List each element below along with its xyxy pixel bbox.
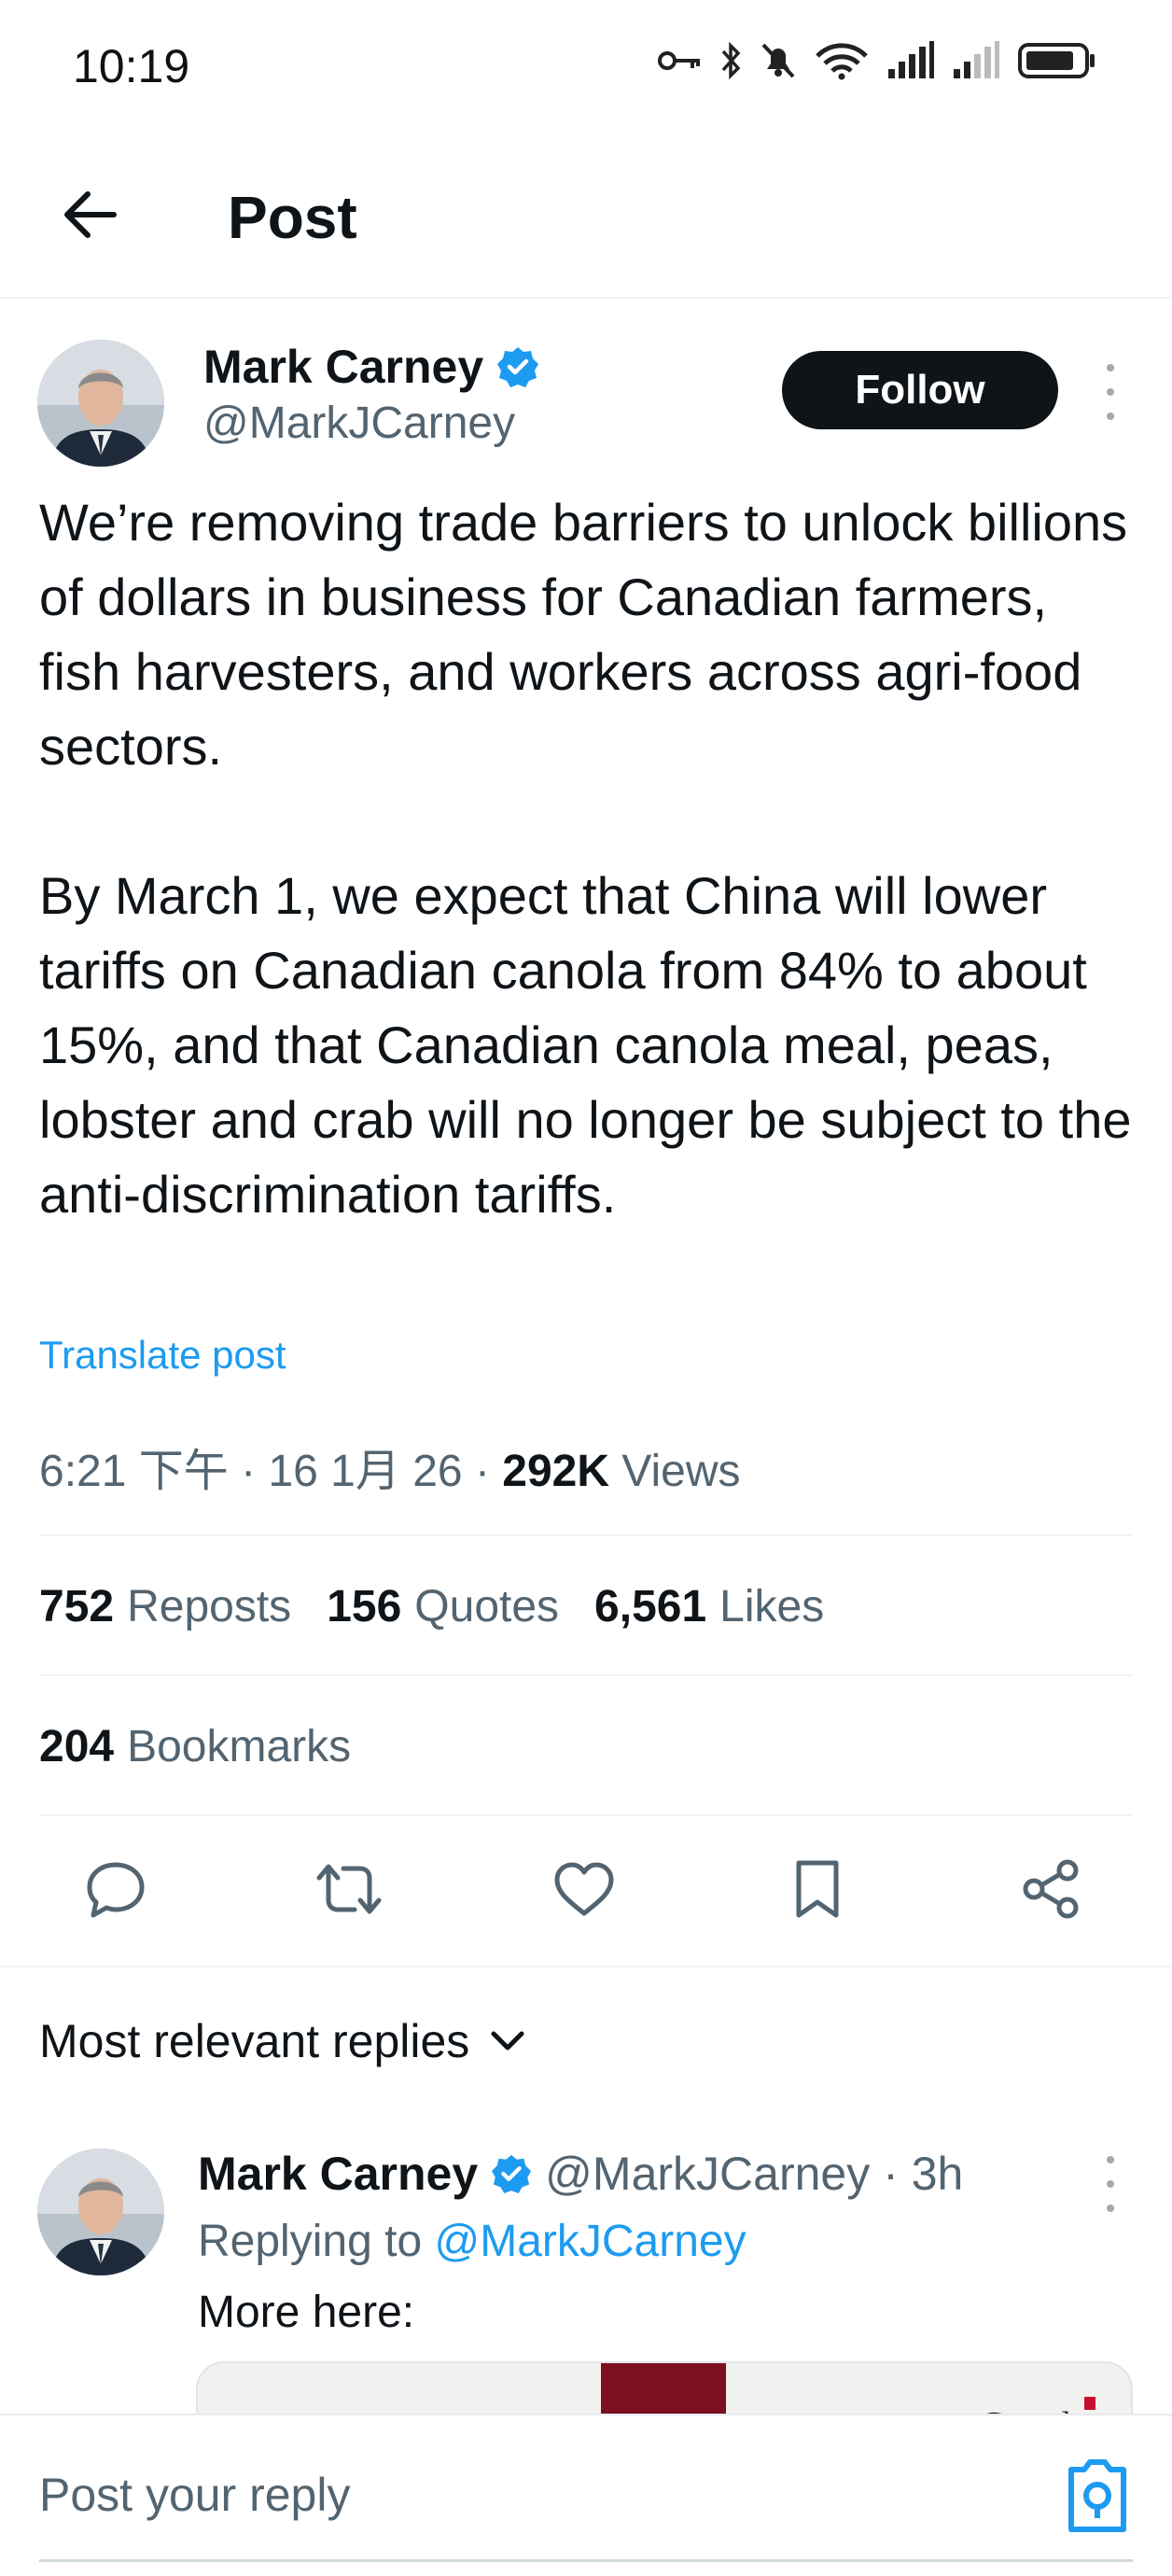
quotes-count: 156	[327, 1582, 402, 1631]
views-count: 292K	[502, 1447, 610, 1496]
share-icon	[1023, 1859, 1079, 1919]
more-options-icon[interactable]	[1094, 364, 1127, 420]
likes-count: 6,561	[594, 1582, 707, 1631]
camera-button[interactable]	[1062, 2457, 1133, 2535]
replying-to: Replying to @MarkJCarney	[198, 2216, 746, 2267]
reply-author-line: Mark Carney @MarkJCarney · 3h	[198, 2147, 963, 2201]
translate-post-link[interactable]: Translate post	[39, 1333, 286, 1378]
reposts-label: Reposts	[127, 1582, 292, 1631]
reply-input[interactable]: Post your reply	[39, 2468, 350, 2522]
replying-to-link[interactable]: @MarkJCarney	[434, 2217, 746, 2266]
reply-avatar[interactable]	[37, 2149, 164, 2275]
reply-time: · 3h	[883, 2148, 964, 2200]
wifi-icon	[816, 43, 868, 80]
chevron-down-icon	[491, 2031, 524, 2051]
composer-underline	[39, 2559, 1133, 2562]
quotes-label: Quotes	[414, 1582, 560, 1631]
reply-author-name[interactable]: Mark Carney	[198, 2147, 478, 2201]
post-date: 16 1月 26	[268, 1447, 463, 1496]
share-button[interactable]	[1015, 1854, 1086, 1925]
status-icons	[657, 41, 1097, 80]
divider	[39, 1534, 1133, 1536]
avatar-photo	[37, 2149, 164, 2275]
top-app-bar: Post	[0, 131, 1172, 299]
replying-prefix: Replying to	[198, 2217, 423, 2266]
reply-composer: Post your reply	[0, 2414, 1172, 2576]
post-text: We’re removing trade barriers to unlock …	[39, 493, 1132, 1224]
author-handle[interactable]: @MarkJCarney	[203, 398, 515, 449]
reply-more-options-icon[interactable]	[1094, 2156, 1127, 2212]
action-bar	[0, 1816, 1172, 1966]
bookmark-icon	[796, 1860, 839, 1918]
likes-stat[interactable]: 6,561 Likes	[594, 1581, 824, 1632]
avatar-photo	[37, 340, 164, 467]
avatar[interactable]	[37, 340, 164, 467]
bell-muted-icon	[761, 43, 795, 78]
status-time: 10:19	[73, 40, 190, 92]
bookmarks-stats: 204 Bookmarks	[39, 1721, 351, 1772]
signal-weak-icon	[954, 41, 999, 78]
likes-label: Likes	[719, 1582, 825, 1631]
reply-button[interactable]	[80, 1854, 151, 1925]
verified-badge-icon	[492, 2154, 532, 2194]
bookmarks-count: 204	[39, 1722, 115, 1771]
reply-icon	[87, 1862, 145, 1918]
post-meta: 6:21 下午 · 16 1月 26 · 292K Views	[39, 1434, 741, 1499]
card-flag-mark	[1084, 2397, 1095, 2410]
divider	[39, 1674, 1133, 1676]
back-button[interactable]	[54, 179, 125, 250]
bookmarks-label: Bookmarks	[127, 1722, 352, 1771]
follow-button[interactable]: Follow	[782, 351, 1058, 429]
quotes-stat[interactable]: 156 Quotes	[327, 1581, 559, 1632]
views-label: Views	[621, 1447, 741, 1496]
post-time: 6:21 下午	[39, 1447, 229, 1496]
arrow-left-icon	[64, 191, 117, 238]
verified-badge-icon	[497, 347, 539, 387]
page-title: Post	[228, 184, 357, 251]
replies-sort-label: Most relevant replies	[39, 2015, 470, 2067]
reposts-stat[interactable]: 752 Reposts	[39, 1581, 291, 1632]
like-icon	[554, 1862, 614, 1916]
repost-icon	[316, 1864, 382, 1914]
reposts-count: 752	[39, 1582, 115, 1631]
repost-button[interactable]	[314, 1854, 384, 1925]
bookmarks-stat[interactable]: 204 Bookmarks	[39, 1721, 351, 1772]
engagement-stats: 752 Reposts 156 Quotes 6,561 Likes	[39, 1581, 824, 1632]
meta-separator: ·	[474, 1447, 503, 1496]
signal-icon	[888, 41, 934, 78]
author-name[interactable]: Mark Carney	[203, 340, 539, 394]
bluetooth-icon	[721, 41, 741, 80]
author-name-text: Mark Carney	[203, 341, 484, 393]
like-button[interactable]	[549, 1854, 620, 1925]
bookmark-button[interactable]	[782, 1854, 853, 1925]
vpn-key-icon	[658, 51, 700, 70]
reply-text: More here:	[198, 2288, 415, 2337]
meta-separator: ·	[241, 1447, 269, 1496]
section-divider	[0, 1966, 1172, 1967]
battery-icon	[1018, 43, 1095, 78]
reply-author-handle[interactable]: @MarkJCarney	[545, 2147, 870, 2201]
replies-sort-dropdown[interactable]: Most relevant replies	[39, 2014, 525, 2068]
camera-icon	[1068, 2459, 1126, 2532]
status-bar: 10:19	[0, 0, 1172, 131]
